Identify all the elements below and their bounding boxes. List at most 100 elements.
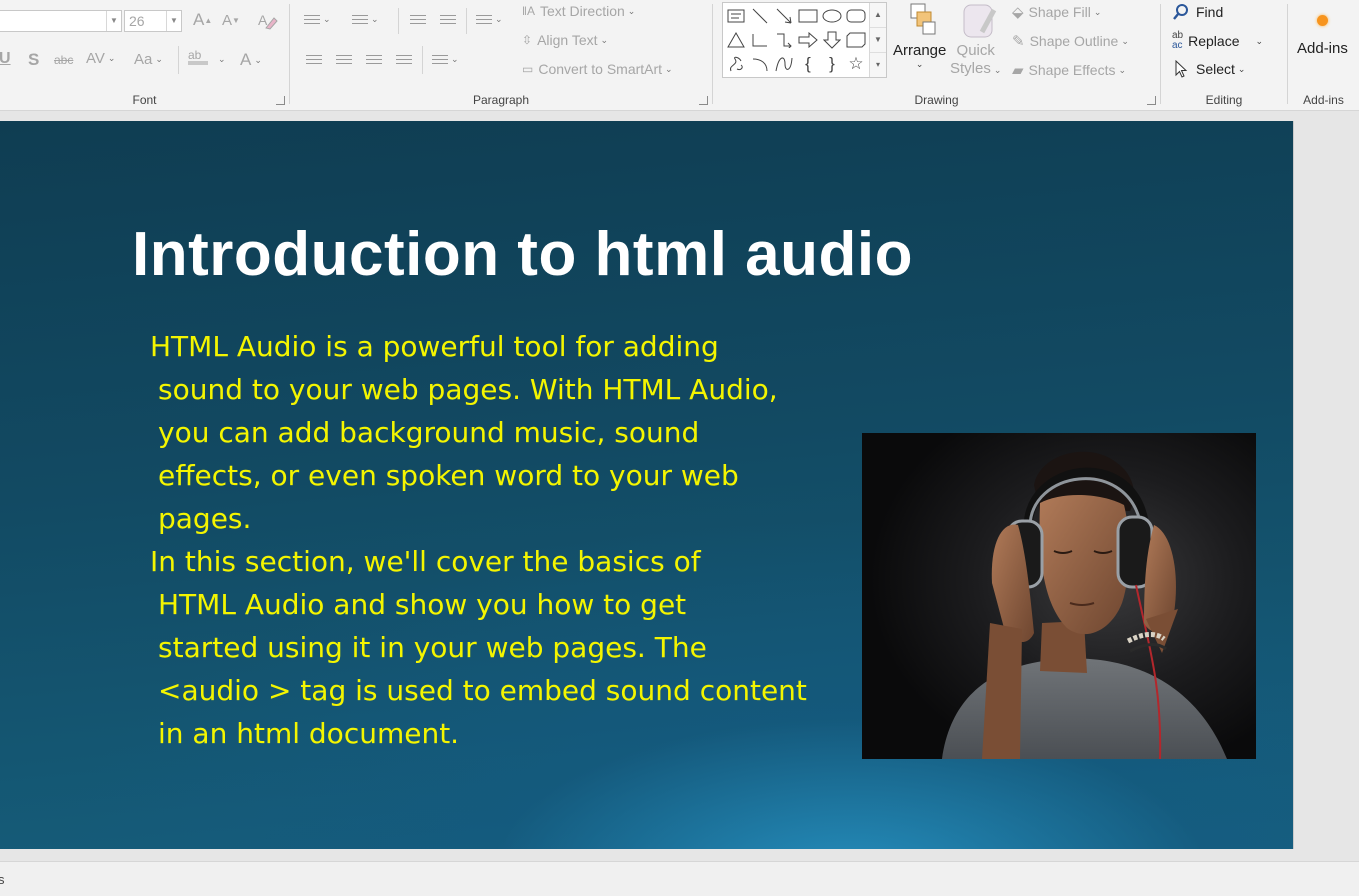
slide-border — [1293, 121, 1294, 849]
paragraph-group: ⌄ ⌄ ⌄ ‖A Text Direction⌄ ⇳ Align Text⌄ — [290, 0, 712, 110]
highlight-color-button[interactable]: ab — [188, 49, 208, 65]
divider — [398, 8, 399, 34]
add-ins-icon — [1316, 15, 1328, 26]
text-box-shape-icon[interactable] — [725, 5, 747, 27]
shape-fill-button[interactable]: ⬙ Shape Fill ⌄ — [1012, 3, 1101, 21]
text-direction-button[interactable]: ‖A Text Direction ⌄ — [522, 3, 635, 19]
font-color-button[interactable]: A ⌄ — [240, 50, 262, 70]
arrange-icon — [910, 3, 936, 35]
body-line: <audio > tag is used to embed sound cont… — [158, 674, 807, 707]
rectangle-shape-icon[interactable] — [797, 5, 819, 27]
shrink-font-icon: A — [222, 12, 233, 29]
shape-fill-label: Shape Fill — [1028, 4, 1091, 20]
paragraph-dialog-launcher-icon[interactable] — [699, 96, 708, 105]
shapes-gallery-scrollbar[interactable]: ▲ ▼ ▾ — [869, 3, 886, 77]
oval-shape-icon[interactable] — [821, 5, 843, 27]
font-dialog-launcher-icon[interactable] — [276, 96, 285, 105]
pencil-icon: ✎ — [1012, 33, 1025, 50]
arrange-label: Arrange — [893, 42, 947, 59]
grow-font-button[interactable]: A ▲ — [193, 10, 212, 30]
align-center-button[interactable] — [336, 52, 352, 67]
quick-styles-button[interactable]: Quick Styles ⌄ — [950, 2, 1001, 79]
bullets-button[interactable]: ⌄ — [304, 12, 331, 27]
arc-shape-icon[interactable] — [749, 53, 771, 75]
justify-icon — [396, 52, 412, 67]
convert-smartart-button[interactable]: ▭ Convert to SmartArt ⌄ — [522, 61, 673, 77]
slide-body-textbox[interactable]: HTML Audio is a powerful tool for adding… — [150, 325, 830, 755]
down-arrow-shape-icon[interactable] — [821, 29, 843, 51]
star-shape-icon[interactable]: ☆ — [845, 53, 867, 75]
align-left-button[interactable] — [306, 52, 322, 67]
clear-formatting-icon: A — [258, 12, 278, 30]
left-brace-shape-icon[interactable]: { — [797, 53, 819, 75]
divider — [422, 46, 423, 74]
font-name-combobox[interactable]: ▼ — [0, 10, 122, 32]
change-case-button[interactable]: Aa ⌄ — [134, 51, 163, 68]
decrease-indent-button[interactable] — [410, 12, 426, 27]
elbow-connector-shape-icon[interactable] — [749, 29, 771, 51]
increase-indent-button[interactable] — [440, 12, 456, 27]
curve-shape-icon[interactable] — [773, 53, 795, 75]
body-line: In this section, we'll cover the basics … — [150, 545, 701, 578]
quick-styles-label-line1: Quick — [956, 42, 995, 59]
shape-outline-label: Shape Outline — [1029, 33, 1119, 49]
shrink-font-button[interactable]: A ▼ — [222, 12, 240, 29]
chevron-down-icon[interactable]: ▼ — [106, 11, 121, 31]
select-button[interactable]: Select ⌄ — [1174, 60, 1245, 78]
replace-icon: ab ac — [1172, 30, 1184, 51]
slide-editing-area[interactable]: Introduction to html audio HTML Audio is… — [0, 111, 1359, 861]
align-right-button[interactable] — [366, 52, 382, 67]
body-line: started using it in your web pages. The — [158, 631, 707, 664]
numbering-button[interactable]: ⌄ — [352, 12, 379, 27]
strikethrough-button[interactable]: abc — [54, 53, 73, 67]
justify-button[interactable] — [396, 52, 412, 67]
font-size-combobox[interactable]: 26 ▼ — [124, 10, 182, 32]
right-brace-shape-icon[interactable]: } — [821, 53, 843, 75]
freeform-shape-icon[interactable] — [725, 53, 747, 75]
shape-effects-button[interactable]: ▰ Shape Effects ⌄ — [1012, 61, 1126, 79]
align-right-icon — [366, 52, 382, 67]
line-shape-icon[interactable] — [749, 5, 771, 27]
chevron-down-icon[interactable]: ⌄ — [218, 54, 226, 65]
chevron-up-icon[interactable]: ▲ — [870, 3, 886, 28]
gallery-more-icon[interactable]: ▾ — [870, 53, 886, 77]
align-text-icon: ⇳ — [522, 33, 533, 47]
right-arrow-shape-icon[interactable] — [797, 29, 819, 51]
add-ins-group-label: Add-ins — [1303, 93, 1344, 107]
body-line: pages. — [158, 502, 252, 535]
status-text: s — [0, 872, 5, 887]
snip-rectangle-shape-icon[interactable] — [845, 29, 867, 51]
body-line: effects, or even spoken word to your web — [158, 459, 739, 492]
divider — [1160, 4, 1161, 104]
shapes-gallery[interactable]: { } ☆ ▲ ▼ ▾ — [722, 2, 887, 78]
slide-canvas[interactable]: Introduction to html audio HTML Audio is… — [0, 121, 1293, 849]
add-ins-button-label: Add-ins — [1297, 40, 1348, 57]
arrow-line-shape-icon[interactable] — [773, 5, 795, 27]
chevron-down-icon[interactable]: ▼ — [166, 11, 181, 31]
shape-outline-button[interactable]: ✎ Shape Outline ⌄ — [1012, 32, 1129, 50]
character-spacing-button[interactable]: AV ⌄ — [86, 50, 115, 67]
align-left-icon — [306, 52, 322, 67]
line-spacing-button[interactable]: ⌄ — [476, 12, 503, 27]
svg-text:A: A — [258, 12, 268, 28]
chevron-down-icon[interactable]: ⌄ — [1256, 36, 1264, 47]
highlight-icon: ab — [188, 48, 202, 62]
chevron-down-icon[interactable]: ▼ — [870, 28, 886, 53]
align-text-button[interactable]: ⇳ Align Text ⌄ — [522, 32, 608, 48]
replace-button[interactable]: ab ac Replace ⌄ — [1172, 31, 1263, 51]
triangle-shape-icon[interactable] — [725, 29, 747, 51]
underline-button[interactable]: U — [0, 50, 11, 68]
slide-title[interactable]: Introduction to html audio — [132, 219, 913, 290]
shape-effects-icon: ▰ — [1012, 62, 1024, 79]
arrange-button[interactable]: Arrange ⌄ — [893, 2, 946, 70]
align-center-icon — [336, 52, 352, 67]
text-shadow-button[interactable]: S — [28, 50, 39, 70]
drawing-dialog-launcher-icon[interactable] — [1147, 96, 1156, 105]
elbow-arrow-connector-shape-icon[interactable] — [773, 29, 795, 51]
headphones-person-photo[interactable] — [862, 433, 1256, 759]
add-ins-button[interactable]: Add-ins — [1297, 6, 1348, 57]
clear-formatting-button[interactable]: A — [256, 10, 278, 32]
find-button[interactable]: Find — [1172, 3, 1223, 21]
columns-button[interactable]: ⌄ — [432, 52, 459, 67]
rounded-rectangle-shape-icon[interactable] — [845, 5, 867, 27]
